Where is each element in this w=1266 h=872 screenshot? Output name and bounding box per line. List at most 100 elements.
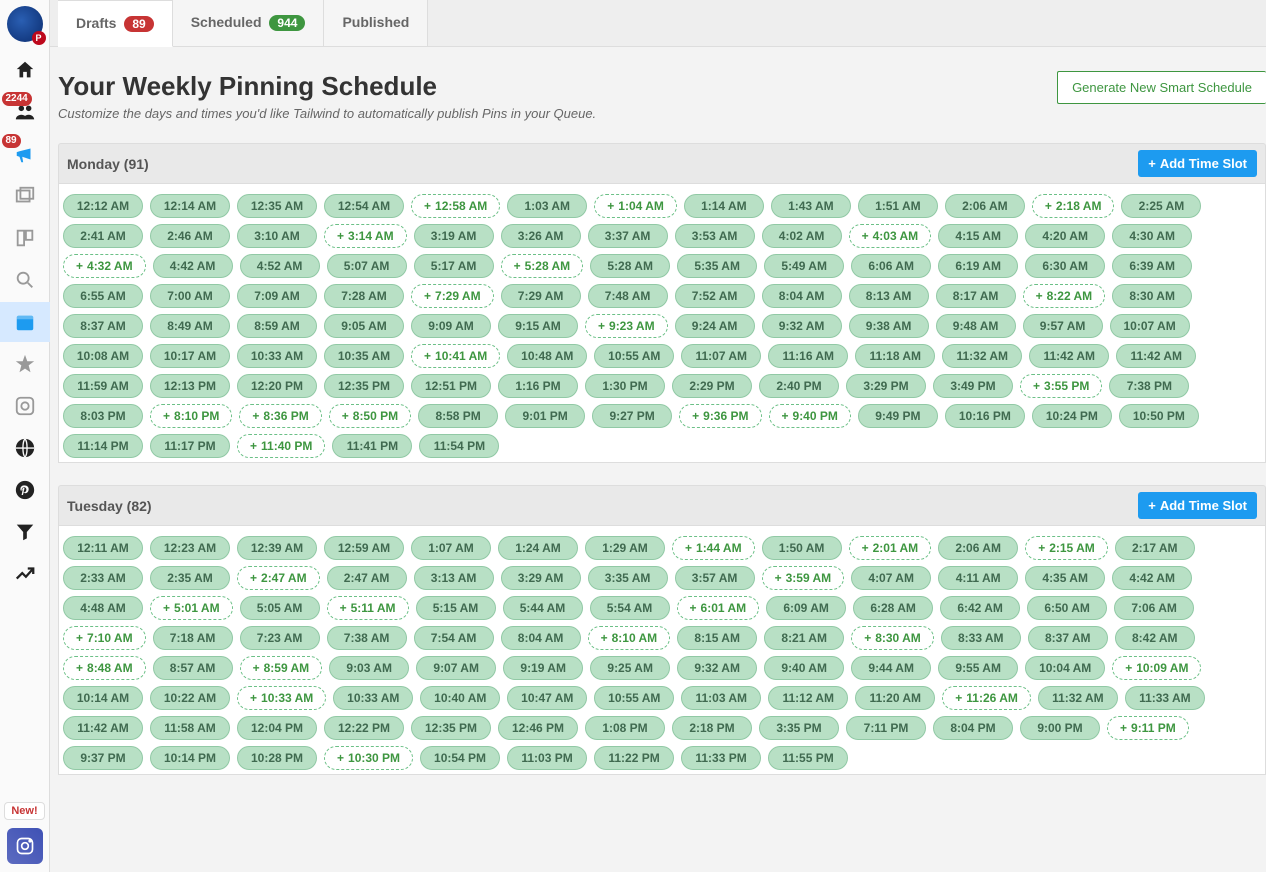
time-slot[interactable]: 1:43 AM (771, 194, 851, 218)
time-slot[interactable]: 5:44 AM (503, 596, 583, 620)
nav-schedule[interactable] (0, 302, 50, 342)
suggested-time-slot[interactable]: 8:10 PM (150, 404, 232, 428)
time-slot[interactable]: 10:48 AM (507, 344, 587, 368)
nav-boards[interactable] (0, 218, 50, 258)
time-slot[interactable]: 9:25 AM (590, 656, 670, 680)
time-slot[interactable]: 12:35 PM (411, 716, 491, 740)
time-slot[interactable]: 11:41 PM (332, 434, 412, 458)
time-slot[interactable]: 3:35 PM (759, 716, 839, 740)
suggested-time-slot[interactable]: 8:48 AM (63, 656, 146, 680)
time-slot[interactable]: 9:24 AM (675, 314, 755, 338)
time-slot[interactable]: 3:29 AM (501, 566, 581, 590)
time-slot[interactable]: 5:15 AM (416, 596, 496, 620)
time-slot[interactable]: 1:07 AM (411, 536, 491, 560)
time-slot[interactable]: 1:08 PM (585, 716, 665, 740)
time-slot[interactable]: 11:22 PM (594, 746, 674, 770)
time-slot[interactable]: 4:35 AM (1025, 566, 1105, 590)
time-slot[interactable]: 9:57 AM (1023, 314, 1103, 338)
suggested-time-slot[interactable]: 1:44 AM (672, 536, 755, 560)
suggested-time-slot[interactable]: 3:55 PM (1020, 374, 1102, 398)
generate-schedule-button[interactable]: Generate New Smart Schedule (1057, 71, 1266, 104)
time-slot[interactable]: 12:20 PM (237, 374, 317, 398)
time-slot[interactable]: 8:15 AM (677, 626, 757, 650)
time-slot[interactable]: 9:01 PM (505, 404, 585, 428)
time-slot[interactable]: 11:17 PM (150, 434, 230, 458)
time-slot[interactable]: 8:04 PM (933, 716, 1013, 740)
time-slot[interactable]: 1:30 PM (585, 374, 665, 398)
suggested-time-slot[interactable]: 12:58 AM (411, 194, 500, 218)
time-slot[interactable]: 9:05 AM (324, 314, 404, 338)
time-slot[interactable]: 10:16 PM (945, 404, 1025, 428)
time-slot[interactable]: 6:55 AM (63, 284, 143, 308)
time-slot[interactable]: 11:55 PM (768, 746, 848, 770)
time-slot[interactable]: 2:06 AM (945, 194, 1025, 218)
time-slot[interactable]: 7:09 AM (237, 284, 317, 308)
time-slot[interactable]: 1:14 AM (684, 194, 764, 218)
time-slot[interactable]: 2:25 AM (1121, 194, 1201, 218)
time-slot[interactable]: 11:33 PM (681, 746, 761, 770)
time-slot[interactable]: 3:29 PM (846, 374, 926, 398)
time-slot[interactable]: 2:29 PM (672, 374, 752, 398)
time-slot[interactable]: 4:20 AM (1025, 224, 1105, 248)
time-slot[interactable]: 8:37 AM (63, 314, 143, 338)
time-slot[interactable]: 11:54 PM (419, 434, 499, 458)
time-slot[interactable]: 8:57 AM (153, 656, 233, 680)
time-slot[interactable]: 9:27 PM (592, 404, 672, 428)
time-slot[interactable]: 10:22 AM (150, 686, 230, 710)
time-slot[interactable]: 10:14 AM (63, 686, 143, 710)
time-slot[interactable]: 7:28 AM (324, 284, 404, 308)
suggested-time-slot[interactable]: 7:29 AM (411, 284, 494, 308)
time-slot[interactable]: 10:40 AM (420, 686, 500, 710)
suggested-time-slot[interactable]: 8:30 AM (851, 626, 934, 650)
add-time-slot-button[interactable]: +Add Time Slot (1138, 150, 1257, 177)
time-slot[interactable]: 11:33 AM (1125, 686, 1205, 710)
suggested-time-slot[interactable]: 2:01 AM (849, 536, 932, 560)
suggested-time-slot[interactable]: 9:11 PM (1107, 716, 1189, 740)
time-slot[interactable]: 9:49 PM (858, 404, 938, 428)
nav-search[interactable] (0, 260, 50, 300)
nav-instagram-feed[interactable] (0, 386, 50, 426)
time-slot[interactable]: 2:41 AM (63, 224, 143, 248)
time-slot[interactable]: 3:19 AM (414, 224, 494, 248)
time-slot[interactable]: 11:12 AM (768, 686, 848, 710)
suggested-time-slot[interactable]: 2:15 AM (1025, 536, 1108, 560)
time-slot[interactable]: 12:51 PM (411, 374, 491, 398)
suggested-time-slot[interactable]: 10:09 AM (1112, 656, 1201, 680)
time-slot[interactable]: 5:35 AM (677, 254, 757, 278)
time-slot[interactable]: 4:02 AM (762, 224, 842, 248)
time-slot[interactable]: 10:35 AM (324, 344, 404, 368)
time-slot[interactable]: 10:07 AM (1110, 314, 1190, 338)
time-slot[interactable]: 9:55 AM (938, 656, 1018, 680)
time-slot[interactable]: 11:14 PM (63, 434, 143, 458)
time-slot[interactable]: 12:46 PM (498, 716, 578, 740)
tab-scheduled[interactable]: Scheduled 944 (173, 0, 325, 46)
time-slot[interactable]: 6:30 AM (1025, 254, 1105, 278)
suggested-time-slot[interactable]: 8:36 PM (239, 404, 321, 428)
time-slot[interactable]: 3:10 AM (237, 224, 317, 248)
time-slot[interactable]: 3:35 AM (588, 566, 668, 590)
time-slot[interactable]: 4:52 AM (240, 254, 320, 278)
time-slot[interactable]: 7:54 AM (414, 626, 494, 650)
account-avatar[interactable] (7, 6, 43, 42)
time-slot[interactable]: 9:19 AM (503, 656, 583, 680)
time-slot[interactable]: 7:00 AM (150, 284, 230, 308)
suggested-time-slot[interactable]: 10:41 AM (411, 344, 500, 368)
time-slot[interactable]: 4:42 AM (1112, 566, 1192, 590)
time-slot[interactable]: 6:42 AM (940, 596, 1020, 620)
time-slot[interactable]: 10:08 AM (63, 344, 143, 368)
suggested-time-slot[interactable]: 9:40 PM (769, 404, 851, 428)
time-slot[interactable]: 5:54 AM (590, 596, 670, 620)
time-slot[interactable]: 1:16 PM (498, 374, 578, 398)
tab-published[interactable]: Published (324, 0, 428, 46)
time-slot[interactable]: 3:13 AM (414, 566, 494, 590)
time-slot[interactable]: 8:04 AM (762, 284, 842, 308)
suggested-time-slot[interactable]: 4:03 AM (849, 224, 932, 248)
time-slot[interactable]: 9:48 AM (936, 314, 1016, 338)
time-slot[interactable]: 3:49 PM (933, 374, 1013, 398)
time-slot[interactable]: 7:38 PM (1109, 374, 1189, 398)
time-slot[interactable]: 2:35 AM (150, 566, 230, 590)
time-slot[interactable]: 10:33 AM (237, 344, 317, 368)
time-slot[interactable]: 12:14 AM (150, 194, 230, 218)
time-slot[interactable]: 9:03 AM (329, 656, 409, 680)
time-slot[interactable]: 5:17 AM (414, 254, 494, 278)
